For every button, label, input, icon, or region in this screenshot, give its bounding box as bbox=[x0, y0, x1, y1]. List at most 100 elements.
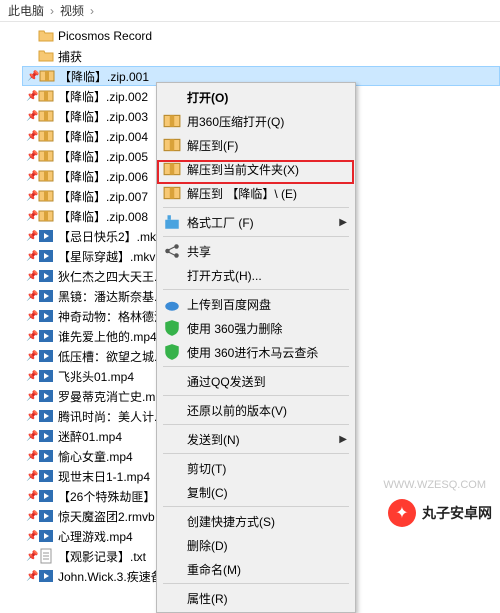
menu-open[interactable]: 打开(O) bbox=[159, 85, 353, 109]
video-icon bbox=[38, 528, 54, 544]
breadcrumb-root[interactable]: 此电脑 bbox=[8, 2, 44, 19]
pin-icon: 📌 bbox=[26, 251, 36, 262]
menu-send-qq[interactable]: 通过QQ发送到 bbox=[159, 369, 353, 393]
menu-separator bbox=[163, 506, 349, 507]
zip-icon bbox=[39, 68, 55, 84]
pin-icon: 📌 bbox=[26, 171, 36, 182]
submenu-arrow-icon: ▶ bbox=[339, 434, 347, 445]
menu-extract-here[interactable]: 解压到当前文件夹(X) bbox=[159, 157, 353, 181]
pin-icon: 📌 bbox=[26, 511, 36, 522]
pin-icon: 📌 bbox=[26, 131, 36, 142]
pin-icon: 📌 bbox=[26, 471, 36, 482]
pin-icon: 📌 bbox=[27, 71, 37, 82]
file-name: 捕获 bbox=[58, 48, 82, 65]
zip-icon bbox=[163, 184, 181, 202]
menu-separator bbox=[163, 236, 349, 237]
menu-send-to[interactable]: 发送到(N)▶ bbox=[159, 427, 353, 451]
menu-open-with[interactable]: 打开方式(H)... bbox=[159, 263, 353, 287]
zip-icon bbox=[38, 128, 54, 144]
pin-icon: 📌 bbox=[26, 411, 36, 422]
pin-icon: 📌 bbox=[26, 551, 36, 562]
pin-icon: 📌 bbox=[26, 111, 36, 122]
menu-360-occupy[interactable]: 使用 360强力删除 bbox=[159, 316, 353, 340]
menu-rename[interactable]: 重命名(M) bbox=[159, 557, 353, 581]
video-icon bbox=[38, 488, 54, 504]
zip-icon bbox=[38, 88, 54, 104]
cloud-icon bbox=[163, 295, 181, 313]
file-name: 【星际穿越】.mkv bbox=[58, 248, 155, 265]
zip-icon bbox=[163, 160, 181, 178]
file-name: 愉心女童.mp4 bbox=[58, 448, 133, 465]
menu-properties[interactable]: 属性(R) bbox=[159, 586, 353, 610]
menu-copy[interactable]: 复制(C) bbox=[159, 480, 353, 504]
file-name: 【降临】.zip.008 bbox=[58, 208, 148, 225]
pin-icon: 📌 bbox=[26, 371, 36, 382]
zip-icon bbox=[163, 136, 181, 154]
txt-icon bbox=[38, 548, 54, 564]
pin-icon: 📌 bbox=[26, 531, 36, 542]
menu-delete[interactable]: 删除(D) bbox=[159, 533, 353, 557]
pin-icon: 📌 bbox=[26, 191, 36, 202]
menu-separator bbox=[163, 583, 349, 584]
file-name: 【忌日快乐2】.mkv bbox=[58, 228, 162, 245]
menu-separator bbox=[163, 424, 349, 425]
video-icon bbox=[38, 288, 54, 304]
pin-icon: 📌 bbox=[26, 451, 36, 462]
chevron-right-icon: › bbox=[90, 4, 94, 18]
pin-icon: 📌 bbox=[26, 291, 36, 302]
file-name: 现世末日1-1.mp4 bbox=[58, 468, 150, 485]
video-icon bbox=[38, 228, 54, 244]
pin-icon: 📌 bbox=[26, 391, 36, 402]
menu-extract-to-folder[interactable]: 解压到 【降临】\ (E) bbox=[159, 181, 353, 205]
zip-icon bbox=[38, 108, 54, 124]
menu-share[interactable]: 共享 bbox=[159, 239, 353, 263]
watermark: WWW.WZESQ.COM bbox=[383, 479, 486, 491]
pin-icon: 📌 bbox=[26, 91, 36, 102]
shield-icon bbox=[163, 343, 181, 361]
pin-icon: 📌 bbox=[26, 311, 36, 322]
menu-360-scan[interactable]: 使用 360进行木马云查杀 bbox=[159, 340, 353, 364]
video-icon bbox=[38, 368, 54, 384]
video-icon bbox=[38, 448, 54, 464]
menu-upload-baidu[interactable]: 上传到百度网盘 bbox=[159, 292, 353, 316]
file-name: 【降临】.zip.005 bbox=[58, 148, 148, 165]
video-icon bbox=[38, 468, 54, 484]
file-name: 【降临】.zip.003 bbox=[58, 108, 148, 125]
menu-restore-previous[interactable]: 还原以前的版本(V) bbox=[159, 398, 353, 422]
pin-icon: 📌 bbox=[26, 571, 36, 582]
file-name: 【降临】.zip.002 bbox=[58, 88, 148, 105]
zip-icon bbox=[163, 112, 181, 130]
file-name: 【降临】.zip.001 bbox=[59, 68, 149, 85]
chevron-right-icon: › bbox=[50, 4, 54, 18]
menu-separator bbox=[163, 207, 349, 208]
menu-extract-to[interactable]: 解压到(F) bbox=[159, 133, 353, 157]
shield-icon bbox=[163, 319, 181, 337]
pin-icon: 📌 bbox=[26, 491, 36, 502]
video-icon bbox=[38, 428, 54, 444]
video-icon bbox=[38, 508, 54, 524]
breadcrumb-folder[interactable]: 视频 bbox=[60, 2, 84, 19]
factory-icon bbox=[163, 213, 181, 231]
file-name: 【降临】.zip.004 bbox=[58, 128, 148, 145]
menu-separator bbox=[163, 366, 349, 367]
breadcrumb[interactable]: 此电脑 › 视频 › bbox=[0, 0, 500, 22]
folder-icon bbox=[38, 28, 54, 44]
video-icon bbox=[38, 348, 54, 364]
brand-logo-icon: ✦ bbox=[388, 499, 416, 527]
menu-open-360[interactable]: 用360压缩打开(Q) bbox=[159, 109, 353, 133]
menu-format-factory[interactable]: 格式工厂 (F)▶ bbox=[159, 210, 353, 234]
video-icon bbox=[38, 388, 54, 404]
menu-create-shortcut[interactable]: 创建快捷方式(S) bbox=[159, 509, 353, 533]
brand-text: 丸子安卓网 bbox=[422, 503, 492, 523]
folder-icon bbox=[38, 48, 54, 64]
menu-cut[interactable]: 剪切(T) bbox=[159, 456, 353, 480]
menu-separator bbox=[163, 289, 349, 290]
pin-icon: 📌 bbox=[26, 151, 36, 162]
share-icon bbox=[163, 242, 181, 260]
video-icon bbox=[38, 328, 54, 344]
file-name: Picosmos Record bbox=[58, 29, 152, 43]
zip-icon bbox=[38, 188, 54, 204]
file-item[interactable]: 捕获 bbox=[22, 46, 500, 66]
file-name: 【降临】.zip.006 bbox=[58, 168, 148, 185]
file-item[interactable]: Picosmos Record bbox=[22, 26, 500, 46]
